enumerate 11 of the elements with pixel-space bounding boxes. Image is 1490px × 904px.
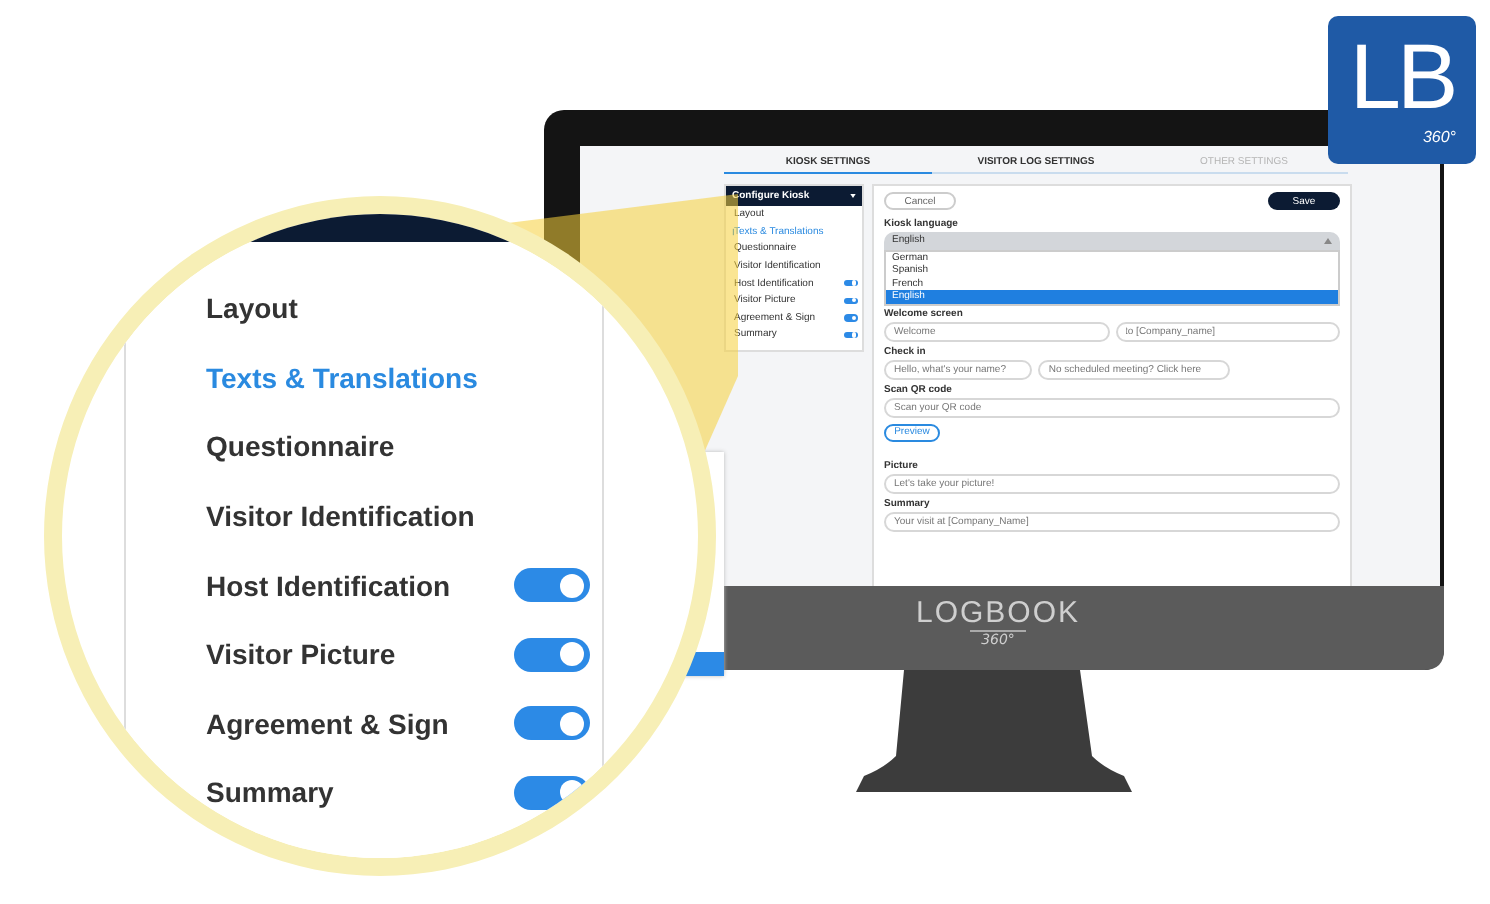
logo-subtext: 360° bbox=[1422, 128, 1456, 146]
sidebar-item[interactable]: Questionnaire bbox=[206, 430, 395, 463]
sidebar-item[interactable]: Host Identification bbox=[206, 569, 451, 602]
sidebar-item[interactable]: Visitor Picture bbox=[206, 638, 396, 671]
sidebar-item[interactable]: Layout bbox=[206, 292, 298, 325]
sidebar-item[interactable]: Visitor Identification bbox=[206, 500, 475, 533]
sidebar-item[interactable]: Agreement & Sign bbox=[206, 707, 449, 740]
sidebar-item[interactable]: Summary bbox=[206, 776, 334, 809]
brand-logo-text: LOGBOOK bbox=[915, 598, 1081, 630]
sidebar-item[interactable]: Texts & Translations bbox=[206, 361, 478, 394]
logo-text: LB bbox=[1349, 24, 1455, 128]
